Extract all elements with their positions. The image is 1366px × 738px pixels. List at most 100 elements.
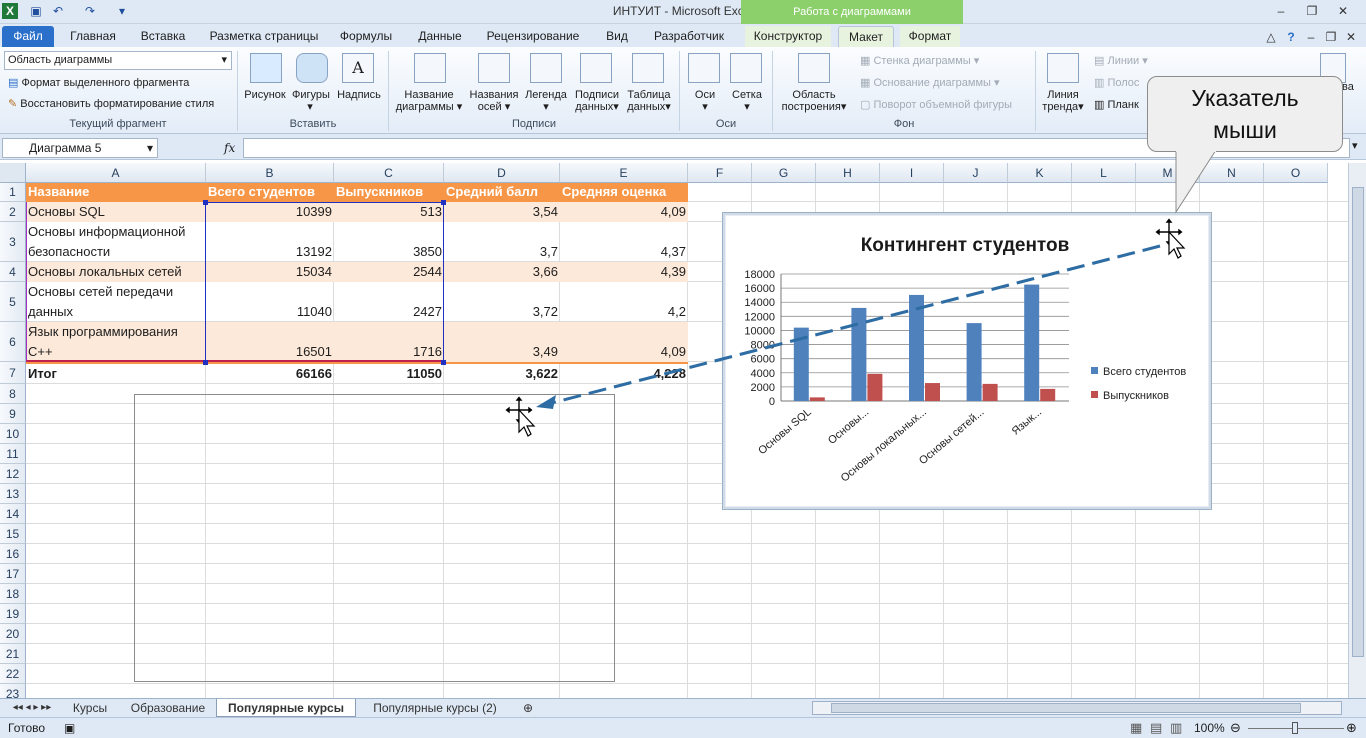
zoom-out-icon[interactable]: ⊖ — [1230, 720, 1241, 736]
row-header-9[interactable]: 9 — [0, 404, 26, 424]
plot-area-button[interactable]: Область построения▾ — [776, 89, 852, 113]
insert-shapes-button[interactable]: Фигуры — [288, 89, 334, 101]
page-layout-view-icon[interactable]: ▤ — [1150, 720, 1162, 736]
range-handle[interactable] — [203, 360, 208, 365]
header-avg-score[interactable]: Средний балл — [444, 183, 560, 202]
cell-E2[interactable]: 4,09 — [560, 202, 688, 222]
cell-B7[interactable]: 66166 — [206, 364, 334, 384]
tab-developer[interactable]: Разработчик — [647, 26, 731, 47]
shapes-dropdown-icon[interactable]: ▾ — [300, 101, 320, 113]
tab-home[interactable]: Главная — [62, 26, 124, 47]
row-header-8[interactable]: 8 — [0, 384, 26, 404]
macro-record-icon[interactable]: ▣ — [64, 721, 75, 735]
header-total-students[interactable]: Всего студентов — [206, 183, 334, 202]
column-header-A[interactable]: A — [26, 163, 206, 183]
legend-button[interactable]: Легенда ▾ — [522, 89, 570, 113]
row-header-14[interactable]: 14 — [0, 504, 26, 524]
header-name[interactable]: Название — [26, 183, 206, 202]
gridlines-button[interactable]: Сетка ▾ — [726, 89, 768, 113]
minimize-icon[interactable]: – — [1268, 2, 1294, 20]
select-all-corner[interactable] — [0, 163, 26, 183]
column-header-C[interactable]: C — [334, 163, 444, 183]
row-header-5[interactable]: 5 — [0, 282, 26, 322]
page-break-view-icon[interactable]: ▥ — [1170, 720, 1182, 736]
format-selection-button[interactable]: ▤ Формат выделенного фрагмента — [8, 76, 189, 89]
close-icon[interactable]: ✕ — [1330, 2, 1356, 20]
insert-textbox-button[interactable]: Надпись — [334, 89, 384, 101]
cell-E5[interactable]: 4,2 — [560, 302, 688, 322]
updown-bars-button[interactable]: ▥ Полос — [1094, 76, 1139, 89]
zoom-level[interactable]: 100% — [1194, 721, 1225, 735]
chart-object[interactable]: Контингент студентов 0 2000 4000 6000 8000 100… — [722, 212, 1212, 510]
tab-page-layout[interactable]: Разметка страницы — [203, 26, 325, 47]
row-header-3[interactable]: 3 — [0, 222, 26, 262]
row-header-12[interactable]: 12 — [0, 464, 26, 484]
insert-function-icon[interactable]: fx — [224, 138, 242, 158]
range-handle[interactable] — [441, 200, 446, 205]
sheet-tab[interactable]: Образование — [122, 699, 214, 717]
chart-title-button[interactable]: Название диаграммы ▾ — [394, 89, 464, 113]
axis-titles-button[interactable]: Названия осей ▾ — [466, 89, 522, 113]
range-handle[interactable] — [441, 360, 446, 365]
cell-E7[interactable]: 4,228 — [560, 364, 688, 384]
column-header-B[interactable]: B — [206, 163, 334, 183]
range-handle[interactable] — [203, 200, 208, 205]
chart-floor-button[interactable]: ▦ Основание диаграммы ▾ — [860, 76, 1000, 89]
row-header-2[interactable]: 2 — [0, 202, 26, 222]
trendline-button[interactable]: Линия тренда▾ — [1038, 89, 1088, 113]
data-labels-button[interactable]: Подписи данных▾ — [570, 89, 624, 113]
column-header-I[interactable]: I — [880, 163, 944, 183]
row-header-20[interactable]: 20 — [0, 624, 26, 644]
row-header-4[interactable]: 4 — [0, 262, 26, 282]
cell-D4[interactable]: 3,66 — [444, 262, 560, 282]
tab-review[interactable]: Рецензирование — [480, 26, 586, 47]
sheet-tab-active[interactable]: Популярные курсы — [216, 699, 356, 717]
column-header-H[interactable]: H — [816, 163, 880, 183]
zoom-in-icon[interactable]: ⊕ — [1346, 720, 1357, 736]
column-header-G[interactable]: G — [752, 163, 816, 183]
horizontal-scroll-thumb[interactable] — [831, 703, 1301, 713]
row-header-11[interactable]: 11 — [0, 444, 26, 464]
formula-expand-icon[interactable]: ▾ — [1352, 139, 1358, 152]
column-header-N[interactable]: N — [1200, 163, 1264, 183]
cell-D2[interactable]: 3,54 — [444, 202, 560, 222]
row-header-1[interactable]: 1 — [0, 183, 26, 202]
cell-E6[interactable]: 4,09 — [560, 342, 688, 362]
chart-element-selector[interactable]: Область диаграммы ▾ — [4, 51, 232, 70]
column-header-M[interactable]: M — [1136, 163, 1200, 183]
row-header-21[interactable]: 21 — [0, 644, 26, 664]
row-header-22[interactable]: 22 — [0, 664, 26, 684]
tab-data[interactable]: Данные — [409, 26, 471, 47]
column-header-J[interactable]: J — [944, 163, 1008, 183]
normal-view-icon[interactable]: ▦ — [1130, 720, 1142, 736]
tab-view[interactable]: Вид — [596, 26, 638, 47]
cell-A7-total[interactable]: Итог — [26, 364, 206, 384]
wb-close-icon[interactable]: ✕ — [1338, 28, 1364, 46]
header-graduates[interactable]: Выпускников — [334, 183, 444, 202]
error-bars-button[interactable]: ▥ Планк — [1094, 98, 1139, 111]
row-header-18[interactable]: 18 — [0, 584, 26, 604]
column-header-L[interactable]: L — [1072, 163, 1136, 183]
insert-picture-button[interactable]: Рисунок — [240, 89, 290, 101]
row-header-6[interactable]: 6 — [0, 322, 26, 362]
row-header-13[interactable]: 13 — [0, 484, 26, 504]
name-box[interactable]: Диаграмма 5 ▾ — [2, 138, 158, 158]
tab-file[interactable]: Файл — [2, 26, 54, 47]
cell-D6[interactable]: 3,49 — [444, 342, 560, 362]
axes-button[interactable]: Оси ▾ — [684, 89, 726, 113]
row-header-7[interactable]: 7 — [0, 362, 26, 384]
data-table-button[interactable]: Таблица данных▾ — [622, 89, 676, 113]
row-header-15[interactable]: 15 — [0, 524, 26, 544]
column-header-O[interactable]: O — [1264, 163, 1328, 183]
tab-format[interactable]: Формат — [900, 26, 960, 47]
row-header-17[interactable]: 17 — [0, 564, 26, 584]
tab-layout[interactable]: Макет — [838, 26, 894, 47]
cell-D3[interactable]: 3,7 — [444, 242, 560, 262]
lines-button[interactable]: ▤ Линии ▾ — [1094, 54, 1148, 67]
name-box-dropdown-icon[interactable]: ▾ — [147, 139, 153, 157]
column-header-D[interactable]: D — [444, 163, 560, 183]
cell-C7[interactable]: 11050 — [334, 364, 444, 384]
vertical-scroll-thumb[interactable] — [1352, 187, 1364, 657]
column-header-F[interactable]: F — [688, 163, 752, 183]
horizontal-scrollbar[interactable] — [812, 701, 1342, 715]
